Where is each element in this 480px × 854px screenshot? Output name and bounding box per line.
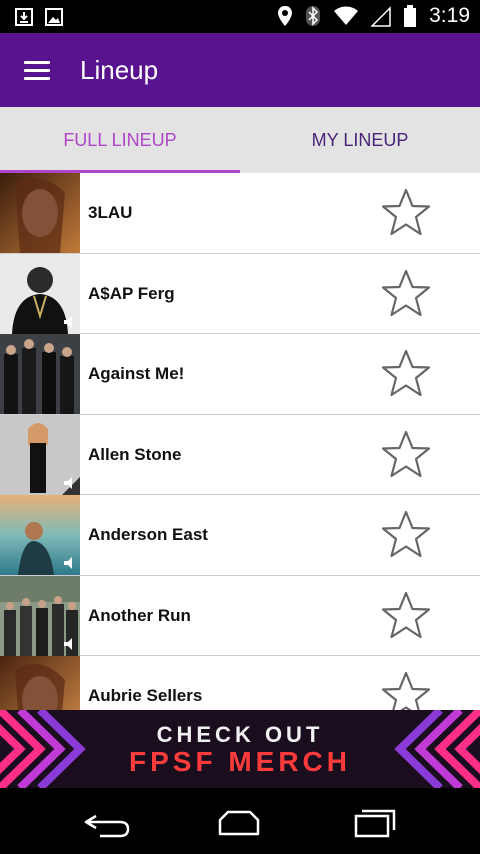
location-icon xyxy=(278,6,293,26)
star-icon[interactable] xyxy=(380,268,432,320)
app-bar: Lineup xyxy=(0,33,480,107)
system-nav-bar xyxy=(0,788,480,854)
page-title: Lineup xyxy=(80,55,159,85)
artist-name: 3LAU xyxy=(88,203,133,222)
download-icon xyxy=(15,8,33,26)
list-item[interactable]: 3LAU xyxy=(0,173,480,254)
artist-photo xyxy=(0,253,80,334)
recents-icon[interactable] xyxy=(348,808,398,838)
artist-photo xyxy=(0,173,80,253)
list-item[interactable]: Another Run xyxy=(0,575,480,656)
wifi-icon xyxy=(334,6,359,25)
merch-banner[interactable]: CHECK OUT FPSF MERCH xyxy=(0,710,480,788)
star-icon[interactable] xyxy=(380,429,432,481)
banner-subheadline: FPSF MERCH xyxy=(129,746,351,777)
banner-headline: CHECK OUT xyxy=(156,722,324,747)
artist-name: Another Run xyxy=(88,605,191,625)
status-bar: 3:19 xyxy=(0,0,480,33)
star-icon[interactable] xyxy=(380,509,432,561)
home-icon[interactable] xyxy=(214,808,264,838)
artist-photo xyxy=(0,656,80,710)
star-icon[interactable] xyxy=(380,590,432,642)
artist-photo xyxy=(0,495,80,575)
clock: 3:19 xyxy=(429,4,470,27)
back-icon[interactable] xyxy=(82,808,132,838)
image-icon xyxy=(45,8,63,26)
artist-photo xyxy=(0,334,80,414)
battery-icon xyxy=(404,5,417,27)
list-item[interactable]: Aubrie Sellers xyxy=(0,656,480,710)
list-item[interactable]: A$AP Ferg xyxy=(0,253,480,334)
list-item[interactable]: Anderson East xyxy=(0,495,480,576)
artist-list[interactable]: 3LAU A$AP Ferg Against Me! Allen Stone A… xyxy=(0,173,480,710)
tab-full-lineup[interactable]: FULL LINEUP xyxy=(0,107,240,173)
artist-photo xyxy=(0,414,80,495)
artist-name: Anderson East xyxy=(88,525,208,544)
signal-icon xyxy=(371,6,391,27)
star-icon[interactable] xyxy=(380,348,432,400)
tab-my-lineup[interactable]: MY LINEUP xyxy=(240,107,480,173)
list-item[interactable]: Allen Stone xyxy=(0,414,480,495)
list-item[interactable]: Against Me! xyxy=(0,334,480,415)
bluetooth-icon xyxy=(306,6,321,26)
artist-name: A$AP Ferg xyxy=(88,283,175,303)
artist-name: Aubrie Sellers xyxy=(88,686,203,705)
star-icon[interactable] xyxy=(380,187,432,239)
artist-photo xyxy=(0,575,80,656)
artist-name: Allen Stone xyxy=(88,444,182,464)
tab-bar: FULL LINEUP MY LINEUP xyxy=(0,107,480,173)
artist-name: Against Me! xyxy=(88,364,185,383)
menu-icon[interactable] xyxy=(24,61,50,81)
star-icon[interactable] xyxy=(380,670,432,710)
